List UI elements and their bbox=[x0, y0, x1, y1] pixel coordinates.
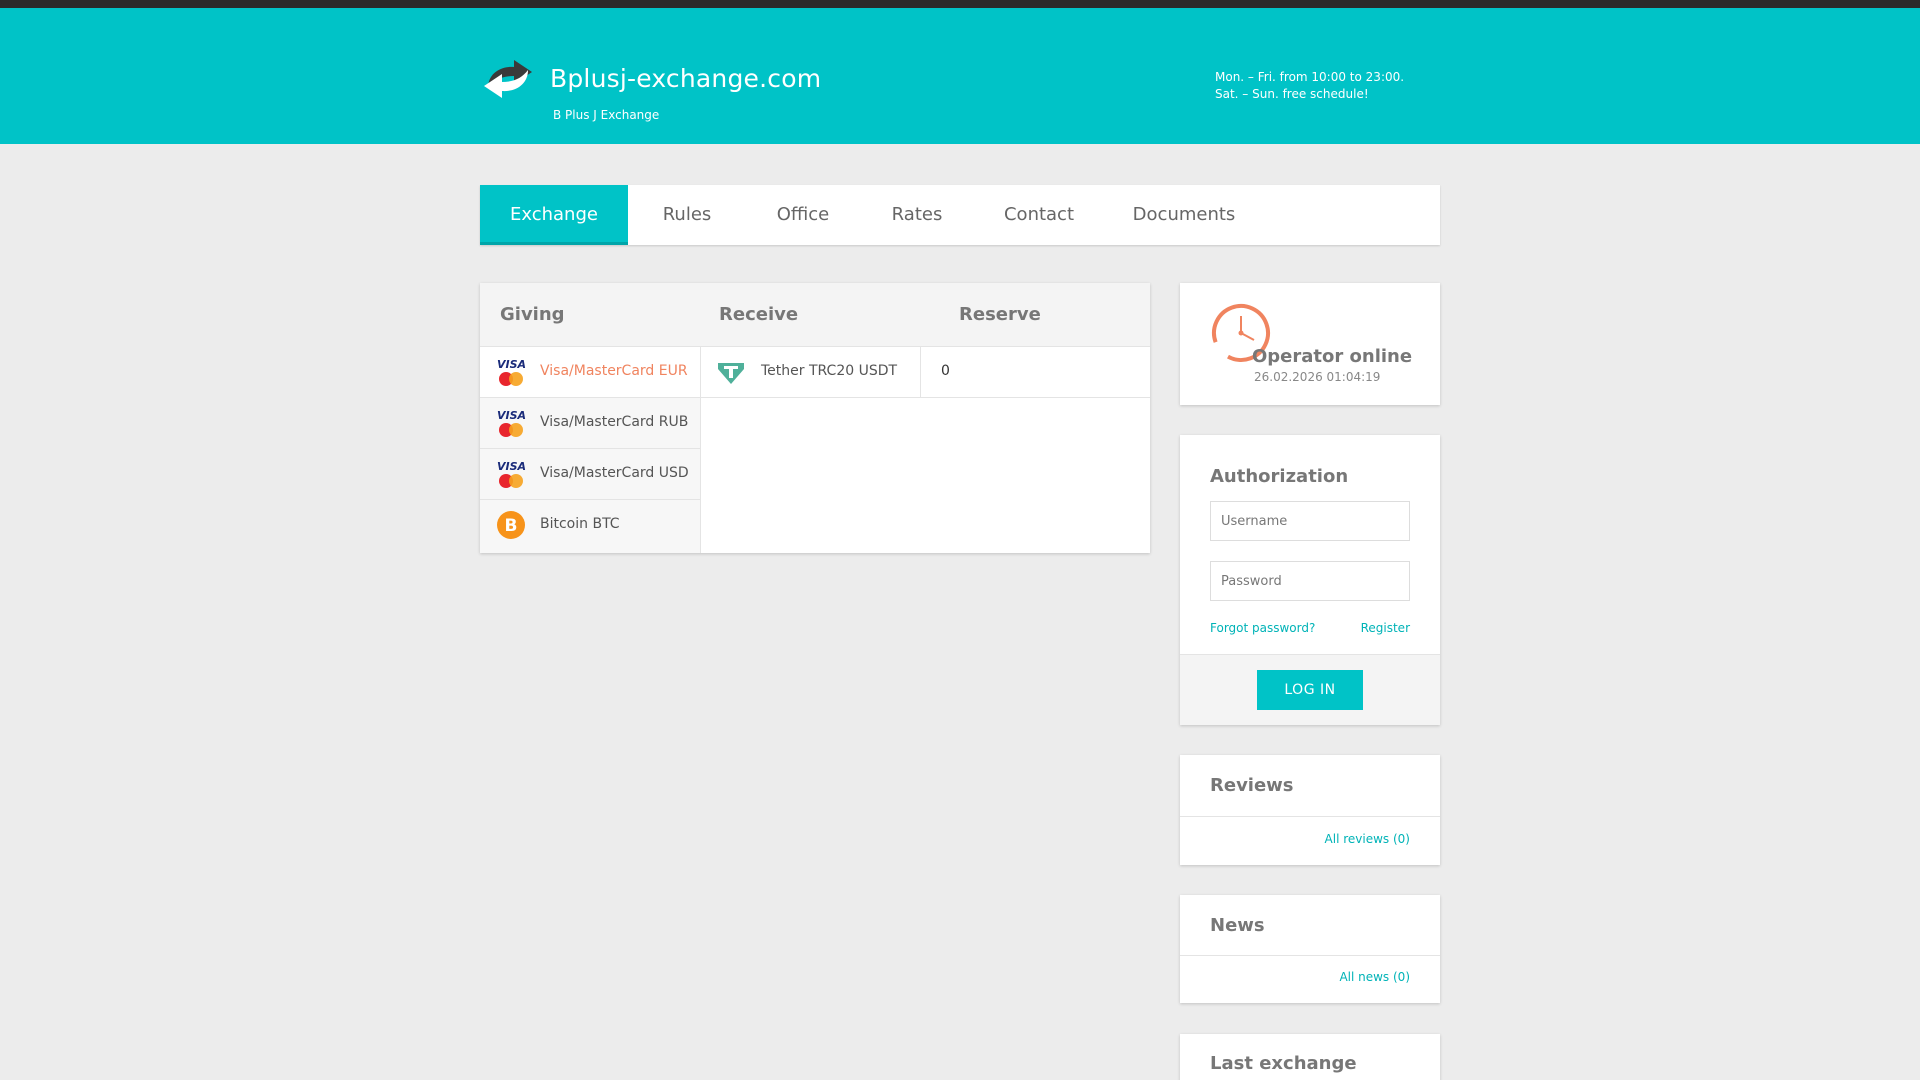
nav-documents[interactable]: Documents bbox=[1104, 185, 1264, 245]
header-reserve: Reserve bbox=[959, 304, 1041, 325]
reviews-panel: Reviews All reviews (0) bbox=[1180, 755, 1440, 865]
header-giving: Giving bbox=[500, 304, 565, 325]
visa-mastercard-icon: VISA bbox=[497, 460, 526, 488]
site-header: Bplusj-exchange.com B Plus J Exchange Mo… bbox=[0, 8, 1920, 144]
news-title: News bbox=[1210, 915, 1265, 936]
giving-item-visa-mastercard-usd[interactable]: VISA Visa/MasterCard USD bbox=[480, 449, 700, 500]
authorization-panel: Authorization Forgot password? Register … bbox=[1180, 435, 1440, 725]
divider bbox=[1180, 955, 1440, 956]
top-bar bbox=[0, 0, 1920, 8]
password-input[interactable] bbox=[1210, 561, 1410, 601]
main-nav: Exchange Rules Office Rates Contact Docu… bbox=[480, 185, 1440, 245]
all-news-link[interactable]: All news (0) bbox=[1339, 970, 1410, 984]
giving-item-bitcoin-btc[interactable]: B Bitcoin BTC bbox=[480, 500, 700, 553]
giving-item-label: Visa/MasterCard USD bbox=[540, 465, 689, 481]
giving-item-label: Visa/MasterCard RUB bbox=[540, 414, 689, 430]
exchange-table: Giving Receive Reserve VISA Visa/MasterC… bbox=[480, 283, 1150, 553]
receive-item-label: Tether TRC20 USDT bbox=[761, 363, 898, 379]
bitcoin-icon: B bbox=[497, 511, 525, 539]
register-link[interactable]: Register bbox=[1361, 621, 1410, 635]
authorization-footer: LOG IN bbox=[1180, 654, 1440, 725]
receive-item-tether-trc20-usdt[interactable]: Tether TRC20 USDT 0 bbox=[701, 347, 1150, 398]
news-panel: News All news (0) bbox=[1180, 895, 1440, 1003]
header-receive: Receive bbox=[719, 304, 799, 325]
visa-mastercard-icon: VISA bbox=[497, 409, 526, 437]
nav-rates[interactable]: Rates bbox=[860, 185, 974, 245]
site-subtitle: B Plus J Exchange bbox=[553, 108, 660, 122]
giving-item-visa-mastercard-rub[interactable]: VISA Visa/MasterCard RUB bbox=[480, 398, 700, 449]
last-exchange-title: Last exchange bbox=[1210, 1053, 1357, 1074]
authorization-title: Authorization bbox=[1210, 466, 1349, 487]
svg-text:VISA: VISA bbox=[497, 358, 526, 371]
hours-weekdays: Mon. – Fri. from 10:00 to 23:00. bbox=[1215, 70, 1405, 84]
all-reviews-link[interactable]: All reviews (0) bbox=[1325, 832, 1410, 846]
last-exchange-panel: Last exchange bbox=[1180, 1034, 1440, 1080]
giving-item-label: Visa/MasterCard EUR bbox=[540, 363, 688, 379]
username-input[interactable] bbox=[1210, 501, 1410, 541]
svg-text:B: B bbox=[505, 516, 518, 536]
tether-icon bbox=[718, 363, 744, 384]
giving-item-visa-mastercard-eur[interactable]: VISA Visa/MasterCard EUR bbox=[480, 347, 700, 398]
reviews-title: Reviews bbox=[1210, 775, 1294, 796]
nav-rules[interactable]: Rules bbox=[628, 185, 746, 245]
working-hours: Mon. – Fri. from 10:00 to 23:00. Sat. – … bbox=[1215, 69, 1404, 103]
reserve-value: 0 bbox=[941, 363, 950, 379]
operator-datetime: 26.02.2026 01:04:19 bbox=[1254, 370, 1381, 384]
svg-text:VISA: VISA bbox=[497, 460, 526, 473]
operator-status: Operator online bbox=[1252, 346, 1413, 367]
visa-mastercard-icon: VISA bbox=[497, 358, 526, 386]
divider bbox=[1180, 816, 1440, 817]
column-divider bbox=[920, 347, 921, 398]
nav-contact[interactable]: Contact bbox=[974, 185, 1104, 245]
exchange-table-header: Giving Receive Reserve bbox=[480, 283, 1150, 347]
exchange-arrows-icon[interactable] bbox=[480, 58, 536, 100]
site-title[interactable]: Bplusj-exchange.com bbox=[550, 64, 821, 93]
operator-status-panel: Operator online 26.02.2026 01:04:19 bbox=[1180, 283, 1440, 405]
forgot-password-link[interactable]: Forgot password? bbox=[1210, 621, 1315, 635]
nav-office[interactable]: Office bbox=[746, 185, 860, 245]
svg-text:VISA: VISA bbox=[497, 409, 526, 422]
hours-weekend: Sat. – Sun. free schedule! bbox=[1215, 87, 1369, 101]
nav-exchange[interactable]: Exchange bbox=[480, 185, 628, 245]
login-button[interactable]: LOG IN bbox=[1257, 670, 1363, 710]
giving-item-label: Bitcoin BTC bbox=[540, 516, 620, 532]
